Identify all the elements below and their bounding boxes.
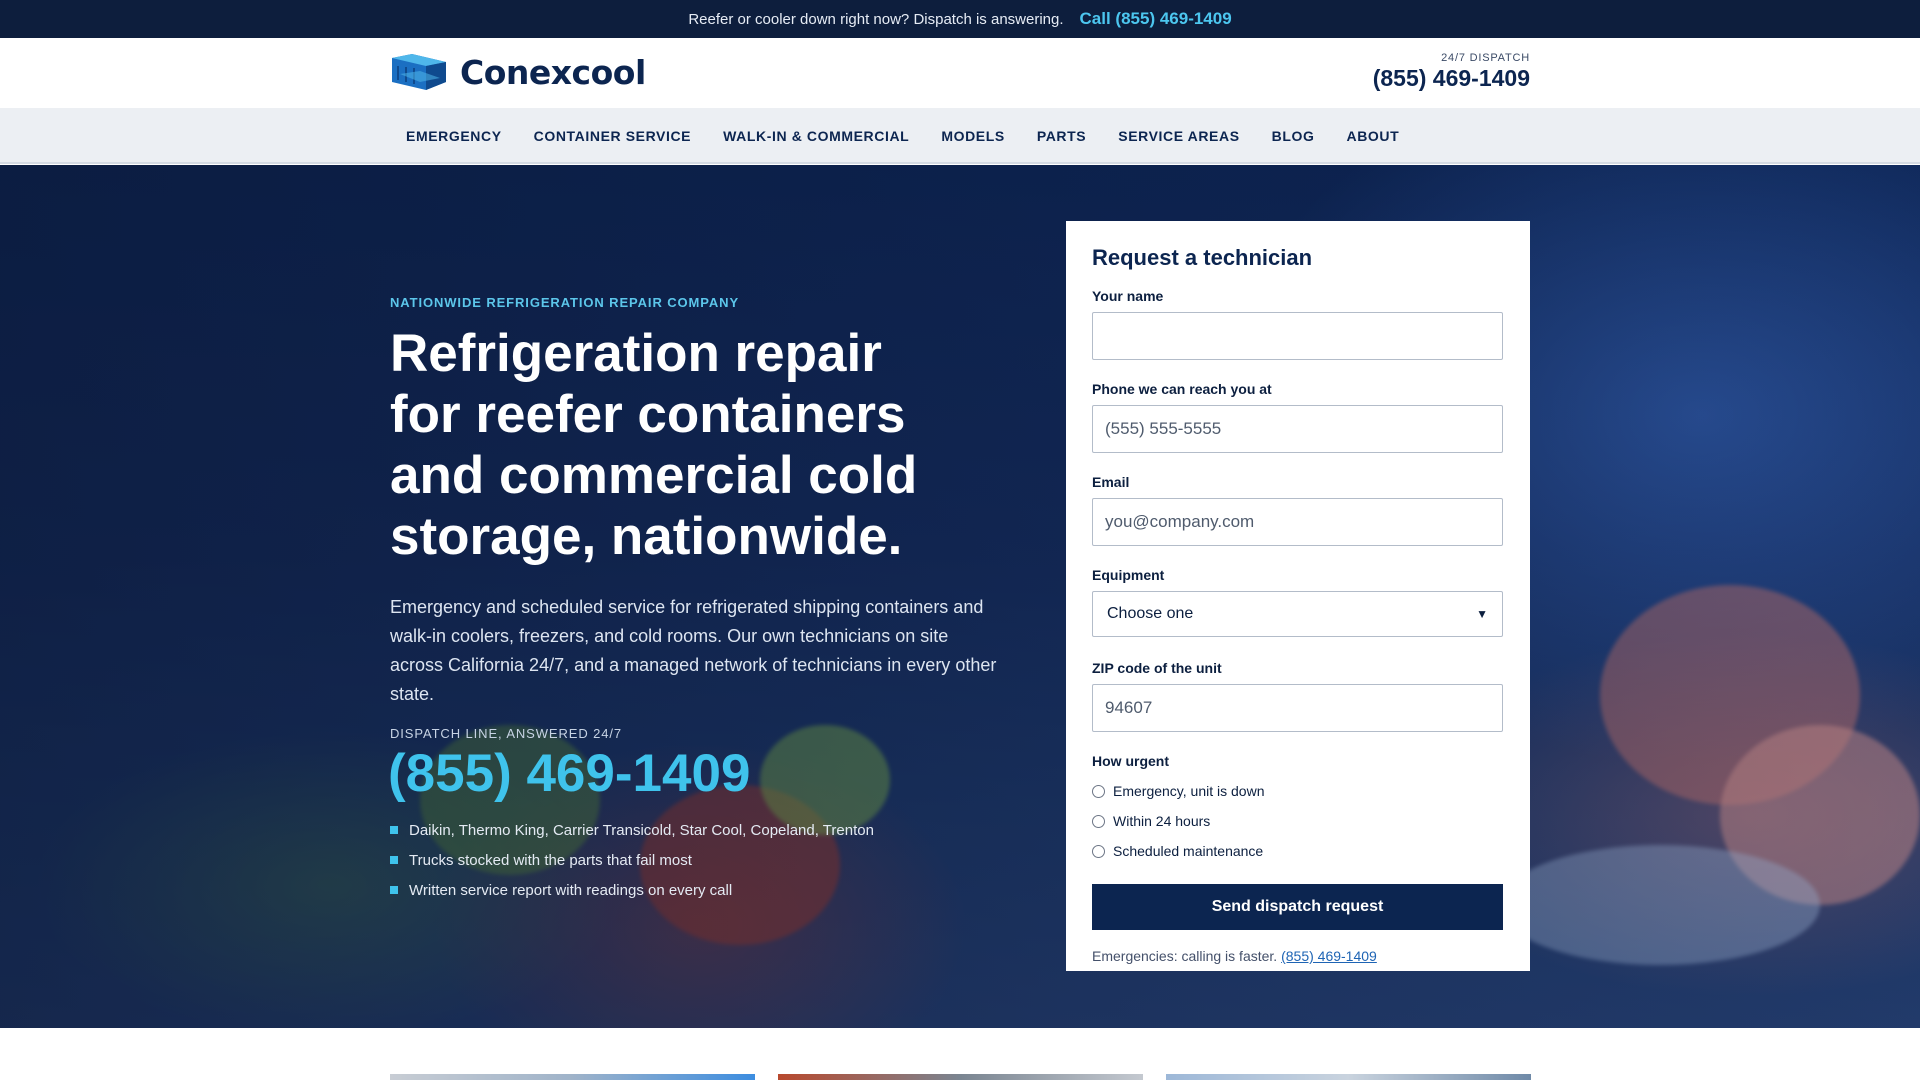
footnote-phone-link[interactable]: (855) 469-1409 — [1281, 948, 1377, 964]
nav-item-walk-in-commercial[interactable]: WALK-IN & COMMERCIAL — [707, 128, 925, 144]
hero-eyebrow: NATIONWIDE REFRIGERATION REPAIR COMPANY — [390, 295, 740, 310]
hero-section: NATIONWIDE REFRIGERATION REPAIR COMPANY … — [0, 165, 1920, 1028]
send-dispatch-request-button[interactable]: Send dispatch request — [1092, 884, 1503, 930]
announcement-bar: Reefer or cooler down right now? Dispatc… — [0, 0, 1920, 38]
equipment-selected-value: Choose one — [1107, 605, 1194, 622]
urgency-option-24-hours[interactable]: Within 24 hours — [1092, 806, 1504, 836]
brand-name: Conexcool — [460, 52, 646, 92]
hero-lead: Emergency and scheduled service for refr… — [390, 597, 997, 704]
hero-phone-link[interactable]: (855) 469-1409 — [388, 743, 750, 804]
nav-item-blog[interactable]: BLOG — [1256, 128, 1331, 144]
form-footnote: Emergencies: calling is faster. (855) 46… — [1092, 948, 1504, 964]
announcement-message: Reefer or cooler down right now? Dispatc… — [688, 10, 1064, 28]
footnote-text: Emergencies: calling is faster. — [1092, 948, 1278, 964]
nav-item-models[interactable]: MODELS — [925, 128, 1021, 144]
radio-button[interactable] — [1092, 784, 1105, 798]
hero-headline: Refrigeration repair for reefer containe… — [390, 324, 918, 566]
list-item: Daikin, Thermo King, Carrier Transicold,… — [390, 815, 874, 845]
urgency-option-scheduled[interactable]: Scheduled maintenance — [1092, 836, 1504, 866]
nav-item-container-service[interactable]: CONTAINER SERVICE — [518, 128, 707, 144]
request-technician-form: Request a technician Your name Phone we … — [1066, 221, 1530, 971]
email-label: Email — [1092, 474, 1130, 490]
hero-dispatch-label: DISPATCH LINE, ANSWERED 24/7 — [390, 726, 623, 741]
radio-label: Emergency, unit is down — [1113, 783, 1265, 799]
bullet-square-icon — [390, 826, 398, 834]
form-title: Request a technician — [1092, 245, 1313, 270]
radio-button[interactable] — [1092, 814, 1105, 828]
name-label: Your name — [1092, 288, 1164, 304]
brand-logo[interactable]: Conexcool — [390, 52, 646, 92]
nav-item-parts[interactable]: PARTS — [1021, 128, 1102, 144]
equipment-label: Equipment — [1092, 567, 1165, 583]
nav-item-emergency[interactable]: EMERGENCY — [390, 128, 518, 144]
header-dispatch-label: 24/7 DISPATCH — [1441, 52, 1530, 64]
site-header: Conexcool 24/7 DISPATCH (855) 469-1409 — [0, 38, 1920, 108]
topbar-call-link[interactable]: Call (855) 469-1409 — [1080, 9, 1232, 29]
bullet-square-icon — [390, 886, 398, 894]
email-field[interactable] — [1092, 498, 1503, 546]
name-field[interactable] — [1092, 312, 1503, 360]
list-item: Written service report with readings on … — [390, 875, 874, 905]
urgency-option-emergency[interactable]: Emergency, unit is down — [1092, 776, 1504, 806]
zip-field[interactable] — [1092, 684, 1503, 732]
card-thumbnail — [778, 1074, 1143, 1080]
zip-label: ZIP code of the unit — [1092, 660, 1222, 676]
bullet-text: Daikin, Thermo King, Carrier Transicold,… — [409, 821, 874, 839]
container-logo-icon — [390, 52, 452, 92]
nav-item-about[interactable]: ABOUT — [1330, 128, 1415, 144]
urgency-label: How urgent — [1092, 753, 1169, 769]
bullet-square-icon — [390, 856, 398, 864]
main-nav: EMERGENCY CONTAINER SERVICE WALK-IN & CO… — [0, 108, 1920, 164]
header-phone-link[interactable]: (855) 469-1409 — [1373, 65, 1530, 92]
header-dispatch: 24/7 DISPATCH (855) 469-1409 — [1373, 52, 1530, 92]
radio-label: Scheduled maintenance — [1113, 843, 1264, 859]
chevron-down-icon: ▼ — [1476, 607, 1488, 621]
radio-label: Within 24 hours — [1113, 813, 1211, 829]
card-thumbnail — [1166, 1074, 1531, 1080]
phone-field[interactable] — [1092, 405, 1503, 453]
radio-button[interactable] — [1092, 844, 1105, 858]
card-thumbnail — [390, 1074, 755, 1080]
nav-item-service-areas[interactable]: SERVICE AREAS — [1102, 128, 1255, 144]
bullet-text: Trucks stocked with the parts that fail … — [409, 851, 692, 869]
next-section-peek — [0, 1028, 1920, 1080]
equipment-select[interactable]: Choose one ▼ — [1092, 591, 1503, 637]
hero-bullets: Daikin, Thermo King, Carrier Transicold,… — [390, 815, 874, 905]
list-item: Trucks stocked with the parts that fail … — [390, 845, 874, 875]
bullet-text: Written service report with readings on … — [409, 881, 733, 899]
phone-label: Phone we can reach you at — [1092, 381, 1272, 397]
urgency-radio-group: Emergency, unit is down Within 24 hours … — [1092, 776, 1504, 866]
